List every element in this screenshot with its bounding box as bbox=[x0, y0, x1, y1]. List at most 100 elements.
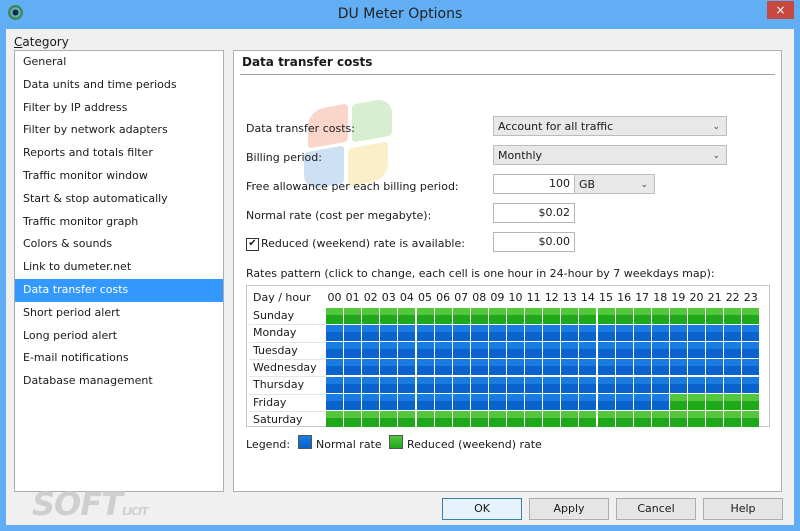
rate-cell-thursday-23[interactable] bbox=[742, 376, 760, 393]
rate-cell-thursday-13[interactable] bbox=[561, 376, 579, 393]
rate-cell-wednesday-07[interactable] bbox=[452, 359, 470, 376]
rate-cell-friday-23[interactable] bbox=[742, 394, 760, 410]
apply-button[interactable]: Apply bbox=[529, 498, 609, 520]
rate-cell-saturday-14[interactable] bbox=[579, 411, 597, 428]
rate-cell-wednesday-15[interactable] bbox=[597, 359, 615, 376]
rate-cell-wednesday-05[interactable] bbox=[416, 359, 434, 376]
rate-cell-thursday-14[interactable] bbox=[579, 376, 597, 393]
rate-cell-saturday-21[interactable] bbox=[706, 411, 724, 428]
rate-cell-wednesday-18[interactable] bbox=[651, 359, 669, 376]
help-button[interactable]: Help bbox=[703, 498, 783, 520]
rate-cell-wednesday-06[interactable] bbox=[434, 359, 452, 376]
rate-cell-thursday-00[interactable] bbox=[326, 376, 343, 393]
rate-cell-thursday-04[interactable] bbox=[398, 376, 416, 393]
rate-cell-saturday-15[interactable] bbox=[597, 411, 615, 428]
rate-cell-friday-21[interactable] bbox=[706, 394, 724, 410]
sidebar-item-link-to-dumeter-net[interactable]: Link to dumeter.net bbox=[15, 256, 223, 279]
rate-cell-thursday-17[interactable] bbox=[633, 376, 651, 393]
rate-cell-sunday-11[interactable] bbox=[525, 307, 543, 324]
rate-cell-monday-21[interactable] bbox=[706, 324, 724, 341]
rate-cell-tuesday-15[interactable] bbox=[597, 342, 615, 359]
rate-cell-monday-07[interactable] bbox=[452, 324, 470, 341]
reduced-rate-checkbox[interactable]: ✔ bbox=[246, 238, 259, 251]
sidebar-item-colors-sounds[interactable]: Colors & sounds bbox=[15, 233, 223, 256]
rate-cell-thursday-09[interactable] bbox=[488, 376, 506, 393]
rate-cell-sunday-15[interactable] bbox=[597, 307, 615, 324]
rate-cell-wednesday-14[interactable] bbox=[579, 359, 597, 376]
rate-cell-sunday-12[interactable] bbox=[543, 307, 561, 324]
sidebar-item-e-mail-notifications[interactable]: E-mail notifications bbox=[15, 347, 223, 370]
rate-cell-monday-00[interactable] bbox=[326, 324, 343, 341]
rate-cell-thursday-07[interactable] bbox=[452, 376, 470, 393]
rate-cell-friday-13[interactable] bbox=[561, 394, 579, 410]
rate-cell-friday-22[interactable] bbox=[724, 394, 742, 410]
rate-cell-thursday-02[interactable] bbox=[362, 376, 380, 393]
rate-cell-wednesday-16[interactable] bbox=[615, 359, 633, 376]
rate-cell-tuesday-18[interactable] bbox=[651, 342, 669, 359]
ok-button[interactable]: OK bbox=[442, 498, 522, 520]
sidebar-item-long-period-alert[interactable]: Long period alert bbox=[15, 325, 223, 348]
rate-cell-tuesday-04[interactable] bbox=[398, 342, 416, 359]
rate-cell-sunday-04[interactable] bbox=[398, 307, 416, 324]
billing-period-dropdown[interactable]: Monthly ⌄ bbox=[493, 145, 727, 165]
rate-cell-tuesday-21[interactable] bbox=[706, 342, 724, 359]
rate-cell-wednesday-01[interactable] bbox=[344, 359, 362, 376]
rate-cell-monday-08[interactable] bbox=[470, 324, 488, 341]
rate-cell-sunday-10[interactable] bbox=[507, 307, 524, 324]
sidebar-item-database-management[interactable]: Database management bbox=[15, 370, 223, 393]
rate-cell-thursday-12[interactable] bbox=[543, 376, 561, 393]
rate-cell-friday-12[interactable] bbox=[543, 394, 561, 410]
rate-cell-tuesday-02[interactable] bbox=[362, 342, 380, 359]
rate-cell-tuesday-22[interactable] bbox=[724, 342, 742, 359]
rate-cell-friday-00[interactable] bbox=[326, 394, 343, 410]
rate-cell-wednesday-04[interactable] bbox=[398, 359, 416, 376]
rate-cell-wednesday-21[interactable] bbox=[706, 359, 724, 376]
sidebar-item-reports-and-totals-filter[interactable]: Reports and totals filter bbox=[15, 142, 223, 165]
rate-cell-saturday-17[interactable] bbox=[633, 411, 651, 428]
rate-cell-tuesday-17[interactable] bbox=[633, 342, 651, 359]
allowance-unit-dropdown[interactable]: GB ⌄ bbox=[574, 174, 655, 194]
rate-cell-wednesday-10[interactable] bbox=[507, 359, 524, 376]
rate-cell-tuesday-07[interactable] bbox=[452, 342, 470, 359]
reduced-rate-input[interactable]: $0.00 bbox=[493, 232, 575, 252]
rate-cell-tuesday-00[interactable] bbox=[326, 342, 343, 359]
rate-cell-tuesday-20[interactable] bbox=[688, 342, 705, 359]
rate-cell-tuesday-12[interactable] bbox=[543, 342, 561, 359]
rate-cell-sunday-02[interactable] bbox=[362, 307, 380, 324]
rate-cell-monday-11[interactable] bbox=[525, 324, 543, 341]
rate-cell-friday-01[interactable] bbox=[344, 394, 362, 410]
rate-cell-wednesday-09[interactable] bbox=[488, 359, 506, 376]
rate-cell-wednesday-13[interactable] bbox=[561, 359, 579, 376]
rate-cell-tuesday-23[interactable] bbox=[742, 342, 760, 359]
rate-cell-sunday-08[interactable] bbox=[470, 307, 488, 324]
rate-cell-friday-18[interactable] bbox=[651, 394, 669, 410]
cancel-button[interactable]: Cancel bbox=[616, 498, 696, 520]
rate-cell-saturday-07[interactable] bbox=[452, 411, 470, 428]
rate-cell-monday-23[interactable] bbox=[742, 324, 760, 341]
rate-cell-friday-15[interactable] bbox=[597, 394, 615, 410]
rate-cell-tuesday-08[interactable] bbox=[470, 342, 488, 359]
sidebar-item-start-stop-automatically[interactable]: Start & stop automatically bbox=[15, 188, 223, 211]
rate-cell-thursday-20[interactable] bbox=[688, 376, 705, 393]
rate-cell-wednesday-22[interactable] bbox=[724, 359, 742, 376]
rate-cell-saturday-03[interactable] bbox=[380, 411, 398, 428]
rate-cell-sunday-23[interactable] bbox=[742, 307, 760, 324]
rate-cell-sunday-00[interactable] bbox=[326, 307, 343, 324]
rate-cell-thursday-10[interactable] bbox=[507, 376, 524, 393]
rate-cell-tuesday-06[interactable] bbox=[434, 342, 452, 359]
rate-cell-saturday-02[interactable] bbox=[362, 411, 380, 428]
rate-cell-saturday-09[interactable] bbox=[488, 411, 506, 428]
close-button[interactable]: × bbox=[767, 1, 794, 19]
rate-cell-thursday-06[interactable] bbox=[434, 376, 452, 393]
rate-cell-sunday-07[interactable] bbox=[452, 307, 470, 324]
rate-cell-wednesday-19[interactable] bbox=[669, 359, 687, 376]
rate-cell-saturday-18[interactable] bbox=[651, 411, 669, 428]
sidebar-item-short-period-alert[interactable]: Short period alert bbox=[15, 302, 223, 325]
sidebar-item-data-units-and-time-periods[interactable]: Data units and time periods bbox=[15, 74, 223, 97]
rate-cell-wednesday-20[interactable] bbox=[688, 359, 705, 376]
rate-cell-sunday-17[interactable] bbox=[633, 307, 651, 324]
rate-cell-tuesday-11[interactable] bbox=[525, 342, 543, 359]
rate-cell-monday-04[interactable] bbox=[398, 324, 416, 341]
rate-cell-saturday-22[interactable] bbox=[724, 411, 742, 428]
rate-cell-wednesday-03[interactable] bbox=[380, 359, 398, 376]
